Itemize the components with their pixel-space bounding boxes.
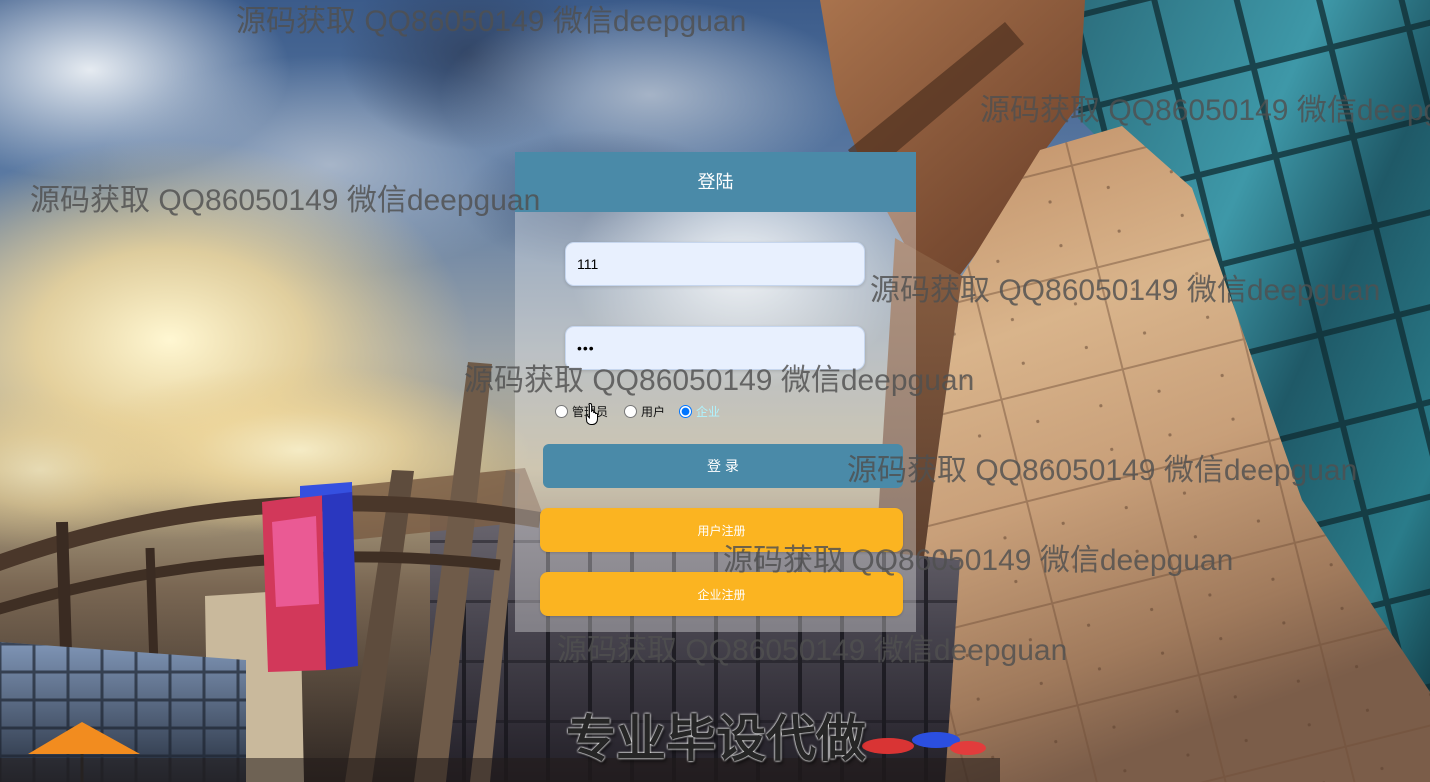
background-umbrella [950, 741, 986, 755]
login-button[interactable]: 登 录 [543, 444, 903, 488]
background-pink-panel [272, 516, 319, 607]
username-input[interactable] [565, 242, 865, 286]
role-label-company: 企业 [696, 404, 721, 419]
banner-text: 专业毕设代做 [566, 711, 866, 767]
password-input[interactable] [565, 326, 865, 370]
role-option-company[interactable]: 企业 [679, 404, 721, 419]
role-radio-admin[interactable] [555, 404, 568, 418]
login-header-title: 登陆 [515, 152, 916, 212]
login-panel: 登陆 管理员 用户 企业 登 录 用户注册 企业注册 [515, 152, 916, 632]
role-option-user[interactable]: 用户 [624, 404, 666, 419]
role-label-user: 用户 [641, 404, 666, 419]
role-radio-company[interactable] [679, 404, 692, 418]
register-company-button[interactable]: 企业注册 [540, 572, 903, 616]
role-radio-user[interactable] [624, 404, 637, 418]
register-user-button[interactable]: 用户注册 [540, 508, 903, 552]
hand-pointer-icon [585, 402, 598, 425]
background-blue-block [322, 487, 358, 670]
login-page: 登陆 管理员 用户 企业 登 录 用户注册 企业注册 源码获取 QQ860501… [0, 0, 1430, 782]
